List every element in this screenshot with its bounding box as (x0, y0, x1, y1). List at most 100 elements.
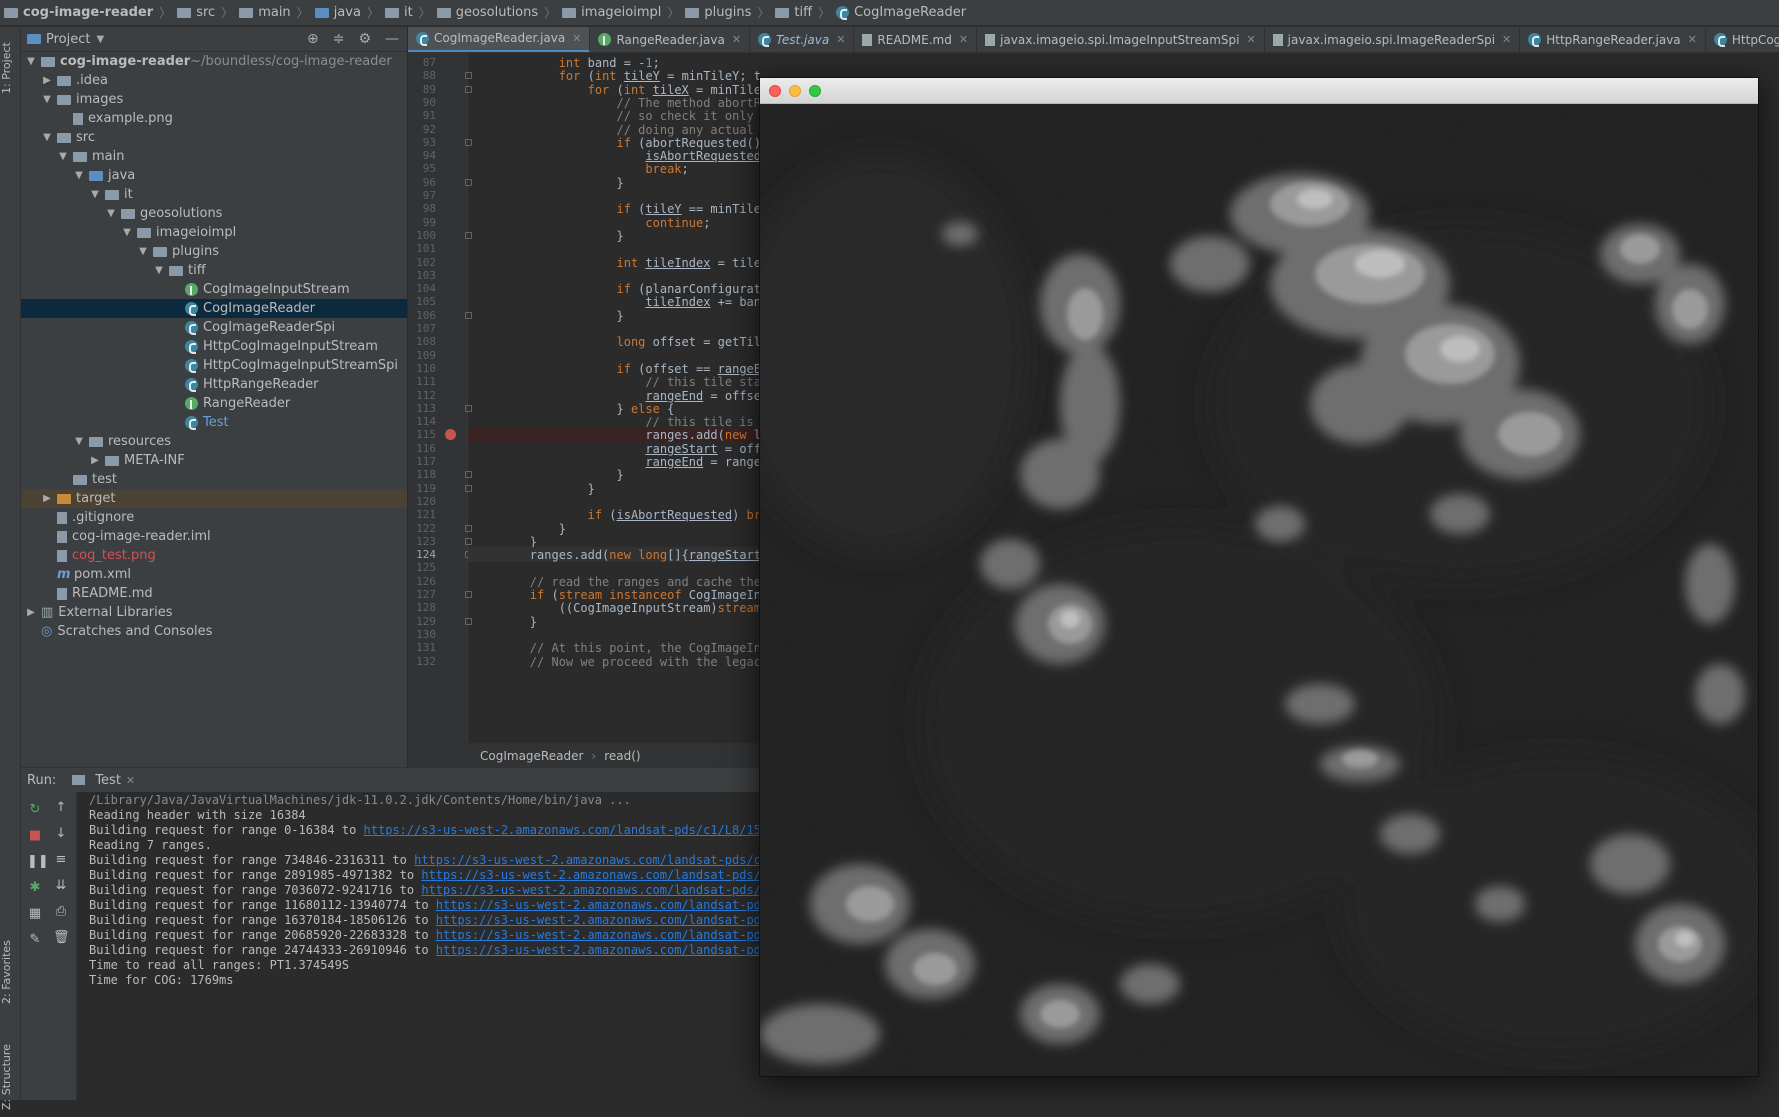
breadcrumb-item[interactable]: CogImageReader (836, 5, 966, 20)
expand-right-icon[interactable]: ▶ (41, 75, 53, 86)
code-line[interactable]: } (472, 176, 760, 190)
code-line[interactable]: ranges.add(new long[]{rangeStart, rangeE… (472, 548, 760, 562)
code-editor[interactable]: 87 88 89 90 91 92 93 94 95 96 97 98 99 100 101 102 103 10… (408, 53, 760, 743)
code-line[interactable]: rangeStart = offset (472, 442, 760, 456)
tree-item[interactable]: example.png (21, 109, 407, 128)
stop-icon[interactable]: ■ (27, 828, 43, 844)
expand-down-icon[interactable]: ▼ (57, 151, 69, 162)
project-view-selector[interactable]: Project (46, 32, 90, 47)
editor-tab[interactable]: Test.java ✕ (750, 27, 855, 52)
code-line[interactable]: int band = -1; (472, 56, 760, 70)
console-link[interactable]: https://s3-us-west-2.amazonaws.com/lands… (436, 943, 761, 957)
editor-tab[interactable]: RangeReader.java ✕ (590, 27, 751, 52)
code-line[interactable]: } (472, 468, 760, 482)
arrow-down-icon[interactable]: ↓ (53, 826, 69, 842)
fold-marker-icon[interactable] (465, 85, 472, 93)
tree-item[interactable]: ▼ resources (21, 432, 407, 451)
expand-down-icon[interactable]: ▼ (41, 94, 53, 105)
pause-icon[interactable]: ❚❚ (27, 854, 49, 870)
tree-item[interactable]: ▼ java (21, 166, 407, 185)
code-line[interactable]: } (472, 482, 760, 496)
tree-item[interactable]: m pom.xml (21, 565, 407, 584)
fold-marker-icon[interactable] (465, 178, 472, 186)
tree-item[interactable]: CogImageInputStream (21, 280, 407, 299)
code-line[interactable]: if (offset == rangeEnd (472, 362, 761, 376)
breadcrumb-item[interactable]: plugins (685, 5, 751, 20)
fold-marker-icon[interactable] (465, 138, 472, 146)
console-link[interactable]: https://s3-us-west-2.amazonaws.com/lands… (436, 898, 761, 912)
tree-item[interactable]: ▼ tiff (21, 261, 407, 280)
code-line[interactable]: if (stream instanceof CogImageInputStrea… (472, 588, 760, 602)
fold-marker-icon[interactable] (465, 537, 472, 545)
code-line[interactable]: // doing any actual work (472, 123, 760, 137)
crumb-class[interactable]: CogImageReader (480, 749, 583, 763)
tree-item[interactable]: CogImageReaderSpi (21, 318, 407, 337)
tree-item[interactable]: ▼ cog-image-reader ~/boundless/cog-image-… (21, 52, 407, 71)
fold-marker-icon[interactable] (465, 311, 472, 319)
tree-item[interactable]: ▶ META-INF (21, 451, 407, 470)
expand-down-icon[interactable]: ▼ (153, 265, 165, 276)
expand-right-icon[interactable]: ▶ (25, 607, 37, 618)
code-line[interactable]: } else { (472, 402, 760, 416)
console-link[interactable]: https://s3-us-west-2.amazonaws.com/lands… (421, 868, 761, 882)
tree-item[interactable]: CogImageReader (21, 299, 407, 318)
code-line[interactable]: tileIndex += band (472, 295, 760, 309)
close-icon[interactable]: ✕ (1502, 33, 1511, 46)
editor-tab[interactable]: javax.imageio.spi.ImageReaderSpi ✕ (1265, 27, 1521, 52)
print-icon[interactable]: ⎙ (53, 904, 69, 920)
debug-icon[interactable]: ✱ (27, 880, 43, 896)
breakpoint-icon[interactable] (445, 429, 456, 441)
tree-item[interactable]: README.md (21, 584, 407, 603)
close-icon[interactable]: ✕ (572, 32, 581, 45)
code-line[interactable]: // At this point, the CogImageInputStrea… (472, 641, 760, 655)
tree-item[interactable]: ▼ src (21, 128, 407, 147)
console-link[interactable]: https://s3-us-west-2.amazonaws.com/lands… (436, 928, 761, 942)
fold-marker-icon[interactable] (465, 404, 472, 412)
tree-item[interactable]: .gitignore (21, 508, 407, 527)
tree-item[interactable]: ▶ .idea (21, 71, 407, 90)
tree-item[interactable]: ▼ imageioimpl (21, 223, 407, 242)
tree-item[interactable]: ▼ plugins (21, 242, 407, 261)
tree-item[interactable]: ▼ images (21, 90, 407, 109)
collapse-icon[interactable]: ≑ (333, 31, 345, 47)
tree-item[interactable]: ▼ it (21, 185, 407, 204)
tree-item[interactable]: HttpRangeReader (21, 375, 407, 394)
favorites-tool-tab[interactable]: 2: Favorites (0, 927, 21, 1017)
expand-down-icon[interactable]: ▼ (105, 208, 117, 219)
code-line[interactable]: long offset = getTileOffset (472, 335, 761, 349)
code-line[interactable]: if (isAbortRequested) break; (472, 508, 760, 522)
tree-item[interactable]: HttpCogImageInputStream (21, 337, 407, 356)
fold-marker-icon[interactable] (465, 617, 472, 625)
arrow-up-icon[interactable]: ↑ (53, 800, 69, 816)
close-icon[interactable]: ✕ (1688, 33, 1697, 46)
code-line[interactable]: break; (472, 162, 760, 176)
close-icon[interactable]: ✕ (732, 33, 741, 46)
expand-down-icon[interactable]: ▼ (137, 246, 149, 257)
code-line[interactable]: } (472, 229, 760, 243)
window-titlebar[interactable] (760, 78, 1758, 104)
tree-item[interactable]: HttpCogImageInputStreamSpi (21, 356, 407, 375)
code-line[interactable]: } (472, 522, 760, 536)
minimize-icon[interactable]: — (385, 31, 399, 47)
code-line[interactable]: if (planarConfiguration (472, 282, 761, 296)
code-line[interactable]: continue; (472, 216, 760, 230)
close-window-button[interactable] (769, 85, 781, 97)
expand-right-icon[interactable]: ▶ (41, 493, 53, 504)
tree-item[interactable]: ◎ Scratches and Consoles (21, 622, 407, 641)
tree-item[interactable]: RangeReader (21, 394, 407, 413)
code-line[interactable]: // read the ranges and cache them (472, 575, 760, 589)
code-line[interactable]: int tileIndex = tileY (472, 256, 761, 270)
code-line[interactable]: // so check it only once (472, 109, 760, 123)
code-line[interactable]: ((CogImageInputStream)stream) (472, 601, 760, 615)
fold-marker-icon[interactable] (465, 471, 472, 479)
code-line[interactable]: for (int tileX = minTileX; tileX <= maxT… (472, 83, 760, 97)
console-link[interactable]: https://s3-us-west-2.amazonaws.com/lands… (421, 883, 761, 897)
tree-item[interactable]: Test (21, 413, 407, 432)
code-line[interactable]: for (int tileY = minTileY; tileY <= maxT… (472, 69, 760, 83)
tree-item[interactable]: ▼ main (21, 147, 407, 166)
tree-item[interactable]: ▶ target (21, 489, 407, 508)
expand-down-icon[interactable]: ▼ (41, 132, 53, 143)
code-line[interactable]: rangeEnd = offset (472, 389, 760, 403)
breadcrumb-item[interactable]: imageioimpl (562, 5, 661, 20)
run-tab-test[interactable]: Test ✕ (72, 773, 135, 788)
